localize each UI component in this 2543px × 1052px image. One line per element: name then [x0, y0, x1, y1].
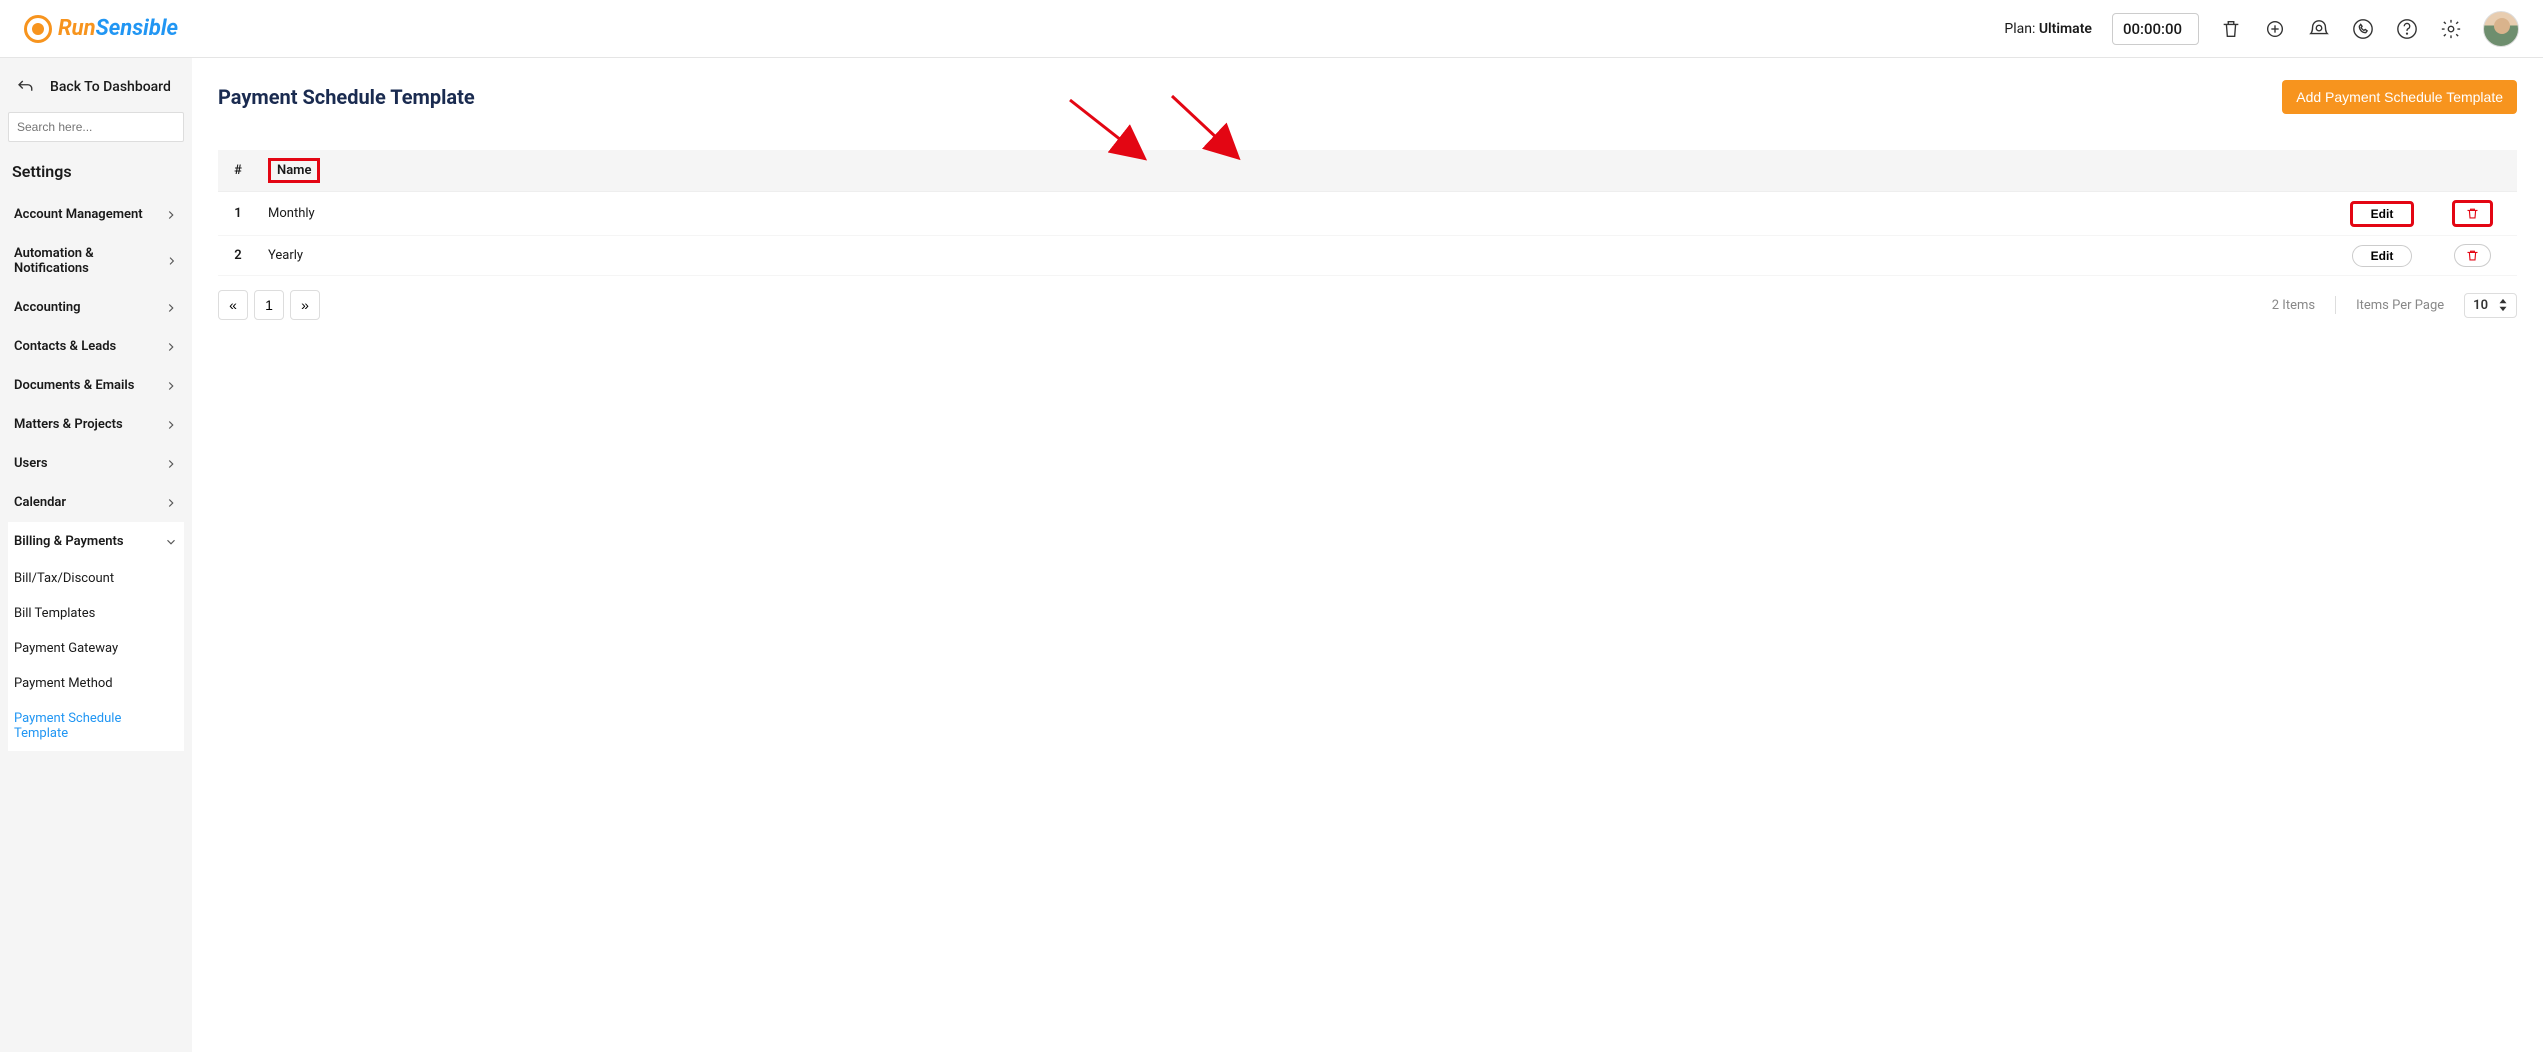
trash-icon — [2465, 206, 2480, 221]
plan-prefix: Plan: — [2004, 21, 2038, 37]
sort-icon — [2498, 298, 2508, 312]
menu-label: Contacts & Leads — [14, 339, 116, 354]
sidebar-item-documents-emails[interactable]: Documents & Emails — [8, 366, 184, 405]
per-page-label: Items Per Page — [2356, 298, 2444, 313]
sidebar: Back To Dashboard Settings Account Manag… — [0, 58, 192, 1052]
col-name[interactable]: Name — [258, 150, 2337, 192]
logo-sensible: Sensible — [96, 16, 178, 41]
settings-title: Settings — [8, 158, 184, 195]
menu-label: Billing & Payments — [14, 534, 124, 549]
submenu-payment-gateway[interactable]: Payment Gateway — [8, 631, 184, 666]
cell-name: Monthly — [258, 192, 2337, 236]
logo-text: RunSensible — [58, 16, 178, 41]
sidebar-item-users[interactable]: Users — [8, 444, 184, 483]
chevron-right-icon — [164, 418, 178, 432]
submenu-payment-method[interactable]: Payment Method — [8, 666, 184, 701]
table-row: 2 Yearly Edit — [218, 236, 2517, 276]
cell-num: 2 — [218, 236, 258, 276]
back-icon — [16, 78, 34, 96]
table-row: 1 Monthly Edit — [218, 192, 2517, 236]
table-header-row: # Name — [218, 150, 2517, 192]
col-num[interactable]: # — [218, 150, 258, 192]
header-right: Plan: Ultimate 00:00:00 — [2004, 11, 2519, 47]
pager: « 1 » — [218, 290, 320, 320]
chevron-down-icon — [164, 535, 178, 549]
timer-widget[interactable]: 00:00:00 — [2112, 13, 2199, 45]
col-edit — [2337, 150, 2427, 192]
search-input[interactable] — [8, 112, 184, 142]
submenu-billing-payments: Bill/Tax/Discount Bill Templates Payment… — [8, 561, 184, 751]
back-to-dashboard-button[interactable]: Back To Dashboard — [8, 70, 184, 112]
submenu-payment-schedule-template[interactable]: Payment Schedule Template — [8, 701, 184, 751]
chevron-right-icon — [164, 208, 178, 222]
per-page-value: 10 — [2473, 298, 2488, 313]
sidebar-item-account-management[interactable]: Account Management — [8, 195, 184, 234]
sidebar-item-contacts-leads[interactable]: Contacts & Leads — [8, 327, 184, 366]
add-payment-schedule-template-button[interactable]: Add Payment Schedule Template — [2282, 80, 2517, 114]
back-label: Back To Dashboard — [50, 79, 171, 95]
menu-label: Users — [14, 456, 48, 471]
plan-value: Ultimate — [2039, 21, 2092, 37]
delete-button[interactable] — [2452, 200, 2493, 227]
menu-label: Matters & Projects — [14, 417, 123, 432]
chevron-right-icon — [164, 379, 178, 393]
app-header: RunSensible Plan: Ultimate 00:00:00 — [0, 0, 2543, 58]
sidebar-item-automation-notifications[interactable]: Automation & Notifications — [8, 234, 184, 288]
trash-icon[interactable] — [2219, 17, 2243, 41]
settings-icon[interactable] — [2439, 17, 2463, 41]
timer-value: 00:00:00 — [2123, 20, 2182, 38]
templates-table: # Name 1 Monthly Edit 2 Yearly Edit — [218, 150, 2517, 276]
col-delete — [2427, 150, 2517, 192]
chevron-right-icon — [165, 254, 178, 268]
logo-run: Run — [58, 16, 96, 41]
sidebar-item-accounting[interactable]: Accounting — [8, 288, 184, 327]
pager-page-button[interactable]: 1 — [254, 290, 284, 320]
delete-button[interactable] — [2454, 244, 2491, 267]
phone-icon[interactable] — [2351, 17, 2375, 41]
user-avatar[interactable] — [2483, 11, 2519, 47]
menu-label: Accounting — [14, 300, 81, 315]
page-head: Payment Schedule Template Add Payment Sc… — [218, 80, 2517, 114]
divider — [2335, 296, 2336, 314]
add-icon[interactable] — [2263, 17, 2287, 41]
sidebar-item-calendar[interactable]: Calendar — [8, 483, 184, 522]
menu-label: Automation & Notifications — [14, 246, 165, 276]
trash-icon — [2465, 248, 2480, 263]
pagination-row: « 1 » 2 Items Items Per Page 10 — [218, 290, 2517, 320]
chevron-right-icon — [164, 301, 178, 315]
submenu-bill-templates[interactable]: Bill Templates — [8, 596, 184, 631]
per-page-select[interactable]: 10 — [2464, 293, 2517, 318]
chevron-right-icon — [164, 457, 178, 471]
menu-label: Documents & Emails — [14, 378, 134, 393]
cell-name: Yearly — [258, 236, 2337, 276]
logo-icon — [24, 15, 52, 43]
col-name-label: Name — [268, 158, 320, 183]
sidebar-item-billing-payments[interactable]: Billing & Payments — [8, 522, 184, 561]
edit-button[interactable]: Edit — [2350, 201, 2415, 227]
submenu-bill-tax-discount[interactable]: Bill/Tax/Discount — [8, 561, 184, 596]
chevron-right-icon — [164, 496, 178, 510]
sidebar-item-matters-projects[interactable]: Matters & Projects — [8, 405, 184, 444]
pager-prev-button[interactable]: « — [218, 290, 248, 320]
menu-label: Calendar — [14, 495, 66, 510]
chevron-right-icon — [164, 340, 178, 354]
items-count: 2 Items — [2272, 298, 2315, 313]
page-title: Payment Schedule Template — [218, 85, 475, 109]
menu-label: Account Management — [14, 207, 143, 222]
help-icon[interactable] — [2395, 17, 2419, 41]
pager-next-button[interactable]: » — [290, 290, 320, 320]
cell-num: 1 — [218, 192, 258, 236]
alert-icon[interactable] — [2307, 17, 2331, 41]
pager-info: 2 Items Items Per Page 10 — [2272, 293, 2517, 318]
main-content: Payment Schedule Template Add Payment Sc… — [192, 58, 2543, 1052]
edit-button[interactable]: Edit — [2352, 245, 2413, 267]
plan-label: Plan: Ultimate — [2004, 21, 2092, 37]
logo[interactable]: RunSensible — [24, 15, 178, 43]
